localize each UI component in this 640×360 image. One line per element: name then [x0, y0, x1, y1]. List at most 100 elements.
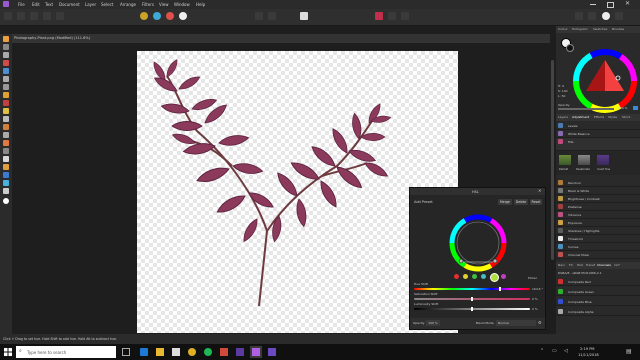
primary-colour-swatch-icon[interactable]: [3, 198, 9, 204]
store-icon[interactable]: [172, 348, 180, 356]
menu-view[interactable]: View: [159, 2, 169, 7]
adjustment-item[interactable]: Channel Mixer: [556, 251, 640, 259]
dodge-brush-icon[interactable]: [3, 124, 9, 130]
persona-tonemap-icon[interactable]: [43, 12, 51, 20]
saturation-shift-handle[interactable]: [471, 297, 473, 301]
persona-export-icon[interactable]: [56, 12, 64, 20]
tab-transform[interactable]: Transf: [586, 263, 595, 267]
adjustment-item-hsl[interactable]: HSL: [556, 138, 640, 151]
affinity-designer-icon[interactable]: [236, 348, 244, 356]
adjustment-item[interactable]: Threshold: [556, 235, 640, 243]
app-icon[interactable]: [220, 348, 228, 356]
eyedropper-icon[interactable]: [3, 92, 9, 98]
alignment-icon[interactable]: [300, 12, 308, 20]
channel-row[interactable]: Composite Blue: [556, 298, 640, 306]
cyan-range-swatch[interactable]: [481, 274, 486, 279]
clone-brush-icon[interactable]: [3, 132, 9, 138]
channel-row[interactable]: Composite Red: [556, 278, 640, 286]
clock-date[interactable]: 11/11/2018: [578, 353, 599, 357]
preset-desaturate-thumbnail[interactable]: [578, 155, 590, 165]
luminosity-shift-handle[interactable]: [471, 307, 473, 311]
gradient-tool-icon[interactable]: [3, 180, 9, 186]
selection-mode-icon[interactable]: [255, 12, 263, 20]
blur-brush-icon[interactable]: [3, 148, 9, 154]
tab-layers[interactable]: Layers: [558, 115, 568, 119]
quick-mask-icon[interactable]: [268, 12, 276, 20]
taskbar-search-box[interactable]: ⌕ Type here to search: [16, 346, 116, 358]
marquee-tool-icon[interactable]: [3, 76, 9, 82]
task-view-icon[interactable]: [122, 348, 130, 356]
delete-button[interactable]: Delete: [514, 199, 528, 205]
spotify-icon[interactable]: [204, 348, 212, 356]
menu-filters[interactable]: Filters: [142, 2, 154, 7]
notifications-tray-icon[interactable]: ⌃: [540, 348, 544, 354]
adjustment-item[interactable]: White Balance: [556, 130, 640, 138]
adjustment-item[interactable]: Vibrance: [556, 211, 640, 219]
guides-icon[interactable]: [388, 12, 396, 20]
red-range-swatch[interactable]: [454, 274, 459, 279]
chrome-icon[interactable]: [188, 348, 196, 356]
preset-default-thumbnail[interactable]: [559, 155, 571, 165]
pen-tool-icon[interactable]: [3, 156, 9, 162]
tab-histogram[interactable]: Histogram: [572, 27, 588, 31]
volume-icon[interactable]: ◁: [564, 348, 568, 354]
menu-text[interactable]: Text: [45, 2, 53, 7]
document-tab[interactable]: Photography-Plant.png (Modified) (111.6%…: [12, 34, 550, 43]
adjustment-item[interactable]: Curves: [556, 243, 640, 251]
hue-shift-slider[interactable]: [414, 288, 530, 290]
hsl-dialog-titlebar[interactable]: HSL ✕: [410, 188, 545, 195]
affinity-publisher-icon[interactable]: [268, 348, 276, 356]
tab-127[interactable]: 127: [614, 263, 620, 267]
maximize-icon[interactable]: [607, 2, 614, 8]
reset-button[interactable]: Reset: [530, 199, 542, 205]
flood-select-icon[interactable]: [3, 68, 9, 74]
assistant-icon[interactable]: [401, 12, 409, 20]
colour-wheel-icon[interactable]: [602, 12, 610, 20]
dialog-opacity-field[interactable]: 100 %: [426, 320, 440, 326]
tab-adjustment[interactable]: Adjustment: [572, 115, 589, 119]
persona-develop-icon[interactable]: [30, 12, 38, 20]
menu-help[interactable]: Help: [196, 2, 205, 7]
inpainting-icon[interactable]: [3, 140, 9, 146]
close-icon[interactable]: ✕: [625, 0, 630, 7]
adjustment-item[interactable]: Exposure: [556, 219, 640, 227]
channel-row[interactable]: Composite Alpha: [556, 308, 640, 316]
selection-brush-icon[interactable]: [3, 60, 9, 66]
preset-invert-hue-thumbnail[interactable]: [597, 155, 609, 165]
auto-colours-icon[interactable]: [166, 12, 174, 20]
tab-swatches[interactable]: Swatches: [593, 27, 607, 31]
selected-range-swatch[interactable]: [490, 273, 499, 282]
channel-row[interactable]: Composite Green: [556, 288, 640, 296]
magenta-range-swatch[interactable]: [501, 274, 506, 279]
hue-shift-value[interactable]: 104.6 °: [532, 287, 543, 291]
crop-tool-icon[interactable]: [3, 52, 9, 58]
settings-icon[interactable]: [588, 12, 596, 20]
edge-browser-icon[interactable]: [140, 348, 148, 356]
tab-history[interactable]: Hist: [577, 263, 583, 267]
persona-photo-icon[interactable]: [4, 12, 12, 20]
network-icon[interactable]: ▭: [552, 348, 557, 354]
menu-window[interactable]: Window: [174, 2, 190, 7]
tab-navigator[interactable]: Navi: [558, 263, 565, 267]
add-preset-button[interactable]: Add Preset: [414, 200, 433, 204]
colour-picker-icon[interactable]: [633, 106, 638, 110]
adjustment-item[interactable]: Recolour: [556, 179, 640, 187]
fill-tool-icon[interactable]: [3, 108, 9, 114]
auto-white-balance-icon[interactable]: [179, 12, 187, 20]
luminosity-shift-value[interactable]: 0 %: [532, 307, 538, 311]
adjustment-item[interactable]: Black & White: [556, 187, 640, 195]
windows-start-icon[interactable]: [4, 348, 12, 356]
user-icon[interactable]: [575, 12, 583, 20]
freehand-select-icon[interactable]: [3, 84, 9, 90]
tab-brushes[interactable]: Brushes: [612, 27, 624, 31]
saturation-shift-value[interactable]: 0 %: [532, 297, 538, 301]
menu-edit[interactable]: Edit: [32, 2, 40, 7]
menu-arrange[interactable]: Arrange: [120, 2, 136, 7]
text-tool-icon[interactable]: [3, 172, 9, 178]
vertical-scrollbar[interactable]: [551, 60, 554, 260]
hue-ring[interactable]: [447, 212, 509, 274]
minimize-icon[interactable]: [590, 4, 596, 5]
adjustment-item[interactable]: Levels: [556, 122, 640, 130]
adjustment-item[interactable]: Posterise: [556, 203, 640, 211]
menu-file[interactable]: File: [18, 2, 25, 7]
